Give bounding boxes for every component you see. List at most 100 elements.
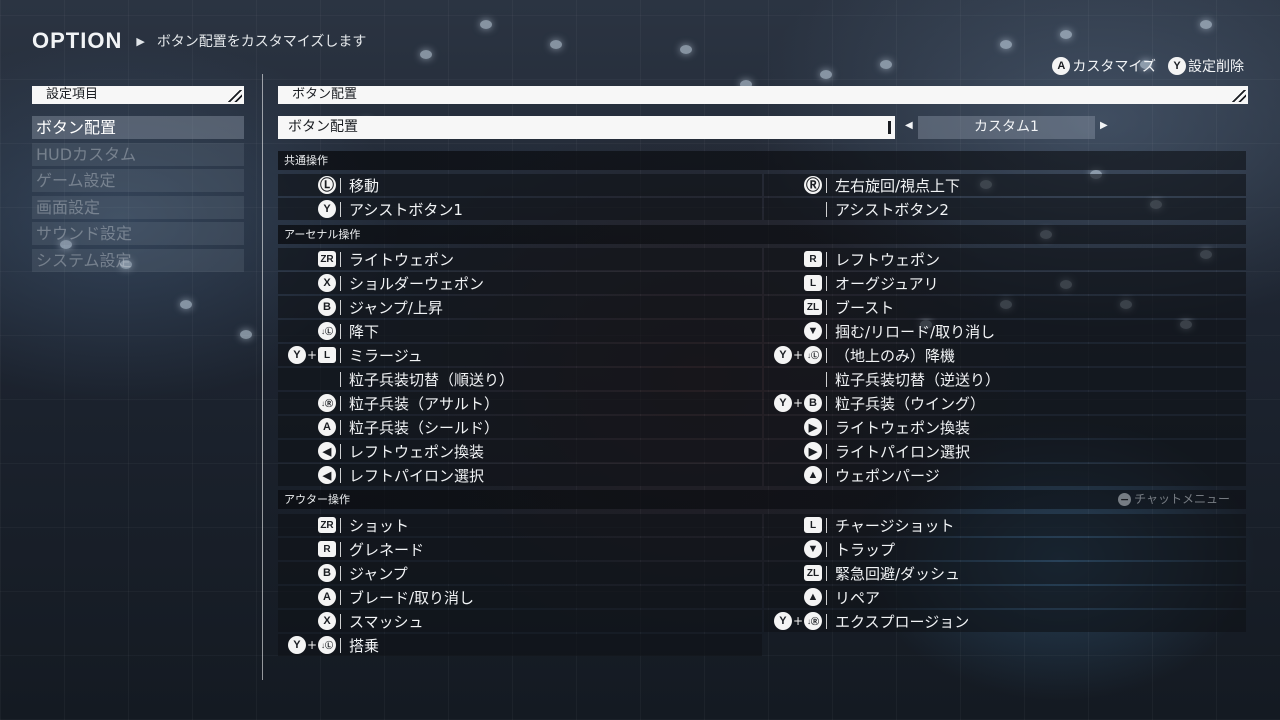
mapping-row[interactable]: 粒子兵装切替（逆送り） bbox=[764, 368, 1246, 390]
settings-category-heading-label: 設定項目 bbox=[46, 87, 99, 102]
mapping-row[interactable]: ▲ リペア bbox=[764, 586, 1246, 608]
menu-item-button-layout[interactable]: ボタン配置 bbox=[32, 116, 244, 139]
separator bbox=[826, 177, 827, 193]
preset-value[interactable]: カスタム1 bbox=[918, 116, 1095, 139]
mapping-label: ブースト bbox=[835, 298, 895, 317]
a-button-icon: A bbox=[1052, 57, 1071, 75]
mapping-row[interactable]: Y アシストボタン1 bbox=[278, 198, 762, 220]
mapping-row[interactable]: ZL ブースト bbox=[764, 296, 1246, 318]
hint-customize[interactable]: A カスタマイズ bbox=[1052, 56, 1156, 76]
settings-category-heading: 設定項目 bbox=[32, 86, 244, 104]
mapping-row[interactable]: ▶ ライトパイロン選択 bbox=[764, 440, 1246, 462]
mapping-label: ライトウェポン換装 bbox=[835, 418, 971, 437]
separator bbox=[826, 565, 827, 581]
mapping-icons: Y + B bbox=[764, 394, 826, 412]
dpad-right-icon: ▶ bbox=[804, 418, 822, 436]
menu-item-game-settings[interactable]: ゲーム設定 bbox=[32, 169, 244, 192]
mapping-row[interactable]: ZL 緊急回避/ダッシュ bbox=[764, 562, 1246, 584]
mapping-label: 緊急回避/ダッシュ bbox=[835, 564, 961, 583]
menu-item-hud-custom[interactable]: HUDカスタム bbox=[32, 142, 244, 166]
separator bbox=[826, 371, 827, 387]
mapping-row[interactable]: ◀ レフトパイロン選択 bbox=[278, 464, 762, 486]
zl-icon: ZL bbox=[804, 565, 822, 581]
preset-selector-row[interactable]: ボタン配置 bbox=[278, 116, 895, 139]
mapping-row[interactable]: L オーグジュアリ bbox=[764, 272, 1246, 294]
chat-menu-label: チャットメニュー bbox=[1134, 492, 1230, 506]
mapping-icons: A bbox=[278, 588, 340, 606]
main-panel-heading-label: ボタン配置 bbox=[292, 87, 358, 102]
mapping-row[interactable]: ▼ トラップ bbox=[764, 538, 1246, 560]
mapping-label: スマッシュ bbox=[349, 612, 424, 631]
mapping-row[interactable]: B ジャンプ bbox=[278, 562, 762, 584]
y-button-icon: Y bbox=[773, 612, 792, 630]
menu-item-screen-settings[interactable]: 画面設定 bbox=[32, 195, 244, 219]
right-stick-press-icon: ↓Ⓡ bbox=[804, 612, 822, 630]
section-heading: アーセナル操作 bbox=[278, 225, 1246, 244]
mapping-icons: B bbox=[278, 298, 340, 316]
mapping-label: リペア bbox=[835, 588, 881, 607]
mapping-row[interactable]: ↓Ⓛ 降下 bbox=[278, 320, 762, 342]
mapping-row[interactable]: ▲ ウェポンパージ bbox=[764, 464, 1246, 486]
mapping-label: 粒子兵装切替（逆送り） bbox=[835, 370, 1001, 389]
mapping-label: アシストボタン2 bbox=[835, 200, 949, 219]
plus-icon: + bbox=[306, 638, 317, 652]
mapping-row[interactable]: ZR ショット bbox=[278, 514, 762, 536]
preset-label: ボタン配置 bbox=[288, 119, 358, 135]
mapping-row[interactable]: ▶ ライトウェポン換装 bbox=[764, 416, 1246, 438]
separator bbox=[826, 467, 827, 483]
mapping-label: レフトウェポン換装 bbox=[349, 442, 485, 461]
mapping-row[interactable]: ▼ 掴む/リロード/取り消し bbox=[764, 320, 1246, 342]
mapping-row[interactable]: Ⓡ 左右旋回/視点上下 bbox=[764, 174, 1246, 196]
mapping-row[interactable]: ◀ レフトウェポン換装 bbox=[278, 440, 762, 462]
background-light bbox=[550, 40, 562, 49]
b-button-icon: B bbox=[318, 298, 336, 316]
mapping-icons: ZR bbox=[278, 251, 340, 267]
menu-item-sound-settings[interactable]: サウンド設定 bbox=[32, 222, 244, 245]
l-icon: L bbox=[318, 347, 336, 363]
mapping-icons: L bbox=[764, 517, 826, 533]
menu-item-system-settings[interactable]: システム設定 bbox=[32, 248, 244, 272]
mapping-icons: ◀ bbox=[278, 442, 340, 460]
hint-delete-setting[interactable]: Y 設定削除 bbox=[1168, 56, 1244, 76]
dpad-down-icon: ▼ bbox=[804, 540, 822, 558]
background-light bbox=[1200, 20, 1212, 29]
mapping-row[interactable]: アシストボタン2 bbox=[764, 198, 1246, 220]
mapping-icons: ▶ bbox=[764, 442, 826, 460]
mapping-row[interactable]: R グレネード bbox=[278, 538, 762, 560]
separator bbox=[826, 251, 827, 267]
plus-icon: + bbox=[792, 614, 803, 628]
mapping-icons: R bbox=[278, 541, 340, 557]
mapping-label: 移動 bbox=[349, 176, 380, 195]
mapping-row[interactable]: X スマッシュ bbox=[278, 610, 762, 632]
preset-next-arrow-icon[interactable]: ▶ bbox=[1100, 120, 1108, 131]
mapping-row[interactable]: Y + ↓Ⓛ （地上のみ）降機 bbox=[764, 344, 1246, 366]
mapping-row[interactable]: Y + ↓Ⓡ エクスプロージョン bbox=[764, 610, 1246, 632]
preset-prev-arrow-icon[interactable]: ◀ bbox=[905, 120, 913, 131]
dpad-up-icon: ▲ bbox=[804, 588, 822, 606]
mapping-row[interactable]: 粒子兵装切替（順送り） bbox=[278, 368, 762, 390]
mapping-row[interactable]: B ジャンプ/上昇 bbox=[278, 296, 762, 318]
plus-icon: + bbox=[792, 348, 803, 362]
separator bbox=[826, 347, 827, 363]
mapping-row[interactable]: A 粒子兵装（シールド） bbox=[278, 416, 762, 438]
mapping-label: ショット bbox=[349, 516, 410, 535]
mapping-row[interactable]: Y + B 粒子兵装（ウイング） bbox=[764, 392, 1246, 414]
mapping-row[interactable]: A ブレード/取り消し bbox=[278, 586, 762, 608]
background-light bbox=[180, 300, 192, 309]
mapping-row[interactable]: ↓Ⓡ 粒子兵装（アサルト） bbox=[278, 392, 762, 414]
background-light bbox=[1000, 40, 1012, 49]
mapping-row[interactable]: Y + ↓Ⓛ 搭乗 bbox=[278, 634, 762, 656]
mapping-label: ウェポンパージ bbox=[835, 466, 940, 485]
mapping-row[interactable]: L チャージショット bbox=[764, 514, 1246, 536]
mapping-row[interactable]: ZR ライトウェポン bbox=[278, 248, 762, 270]
mapping-row[interactable]: Y + L ミラージュ bbox=[278, 344, 762, 366]
mapping-row[interactable]: Ⓛ 移動 bbox=[278, 174, 762, 196]
mapping-row[interactable]: X ショルダーウェポン bbox=[278, 272, 762, 294]
mapping-row[interactable]: R レフトウェポン bbox=[764, 248, 1246, 270]
a-button-icon: A bbox=[318, 418, 336, 436]
hint-customize-label: カスタマイズ bbox=[1072, 59, 1156, 75]
x-button-icon: X bbox=[318, 274, 336, 292]
y-button-icon: Y bbox=[287, 636, 306, 654]
y-button-icon: Y bbox=[318, 200, 336, 218]
r-icon: R bbox=[804, 251, 822, 267]
